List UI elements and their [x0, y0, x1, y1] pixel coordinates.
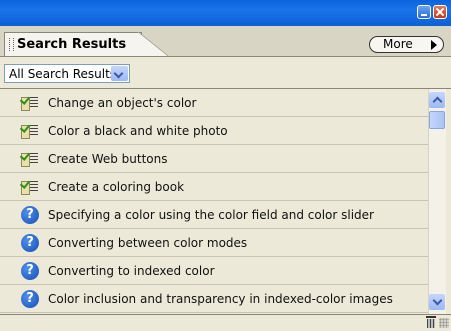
bottom-bar	[0, 315, 451, 331]
task-icon	[19, 94, 39, 111]
more-button[interactable]: More	[369, 36, 444, 53]
result-label: Create a coloring book	[48, 180, 185, 194]
dropdown-value: All Search Results	[9, 67, 117, 81]
result-row[interactable]: Create Web buttons	[0, 145, 428, 173]
close-button[interactable]	[433, 5, 447, 19]
result-label: Color a black and white photo	[48, 124, 228, 138]
result-row[interactable]: Create a coloring book	[0, 173, 428, 201]
result-row[interactable]: ? Color inclusion and transparency in ind…	[0, 285, 428, 313]
scroll-up-icon[interactable]	[429, 92, 445, 108]
results-filter-dropdown[interactable]: All Search Results	[4, 64, 130, 83]
task-icon	[19, 122, 39, 139]
result-row[interactable]: Color a black and white photo	[0, 117, 428, 145]
scrollbar[interactable]	[428, 89, 446, 314]
more-label: More	[383, 37, 413, 51]
tab-search-results[interactable]: Search Results	[4, 32, 142, 56]
help-icon: ?	[21, 290, 39, 308]
result-label: Change an object's color	[48, 96, 197, 110]
search-results-panel: Search Results More All Search Results C…	[0, 0, 451, 331]
result-label: Specifying a color using the color field…	[48, 208, 374, 222]
result-label: Create Web buttons	[48, 152, 168, 166]
scroll-down-icon[interactable]	[429, 294, 445, 310]
minimize-button[interactable]	[417, 5, 431, 19]
play-arrow-icon	[431, 40, 437, 50]
task-icon	[19, 150, 39, 167]
result-row[interactable]: ? Specifying a color using the color fiel…	[0, 201, 428, 229]
result-label: Color inclusion and transparency in inde…	[48, 292, 393, 306]
scrollbar-thumb[interactable]	[429, 111, 445, 129]
result-label: Converting between color modes	[48, 236, 248, 250]
help-icon: ?	[21, 262, 39, 280]
help-icon: ?	[21, 206, 39, 224]
chevron-down-icon[interactable]	[111, 66, 128, 81]
result-row[interactable]: Change an object's color	[0, 89, 428, 117]
task-icon	[19, 178, 39, 195]
resize-grip-icon[interactable]	[439, 318, 449, 328]
tab-row: Search Results More	[0, 26, 451, 57]
title-bar	[0, 0, 451, 26]
trash-icon[interactable]	[426, 316, 436, 328]
grip-icon[interactable]	[9, 38, 14, 51]
results-list: Change an object's color Color a black an…	[0, 88, 451, 315]
tab-edge	[138, 32, 168, 56]
result-label: Converting to indexed color	[48, 264, 215, 278]
result-row[interactable]: ? Converting between color modes	[0, 229, 428, 257]
result-row[interactable]: ? Converting to indexed color	[0, 257, 428, 285]
help-icon: ?	[21, 234, 39, 252]
tab-label: Search Results	[17, 37, 127, 52]
